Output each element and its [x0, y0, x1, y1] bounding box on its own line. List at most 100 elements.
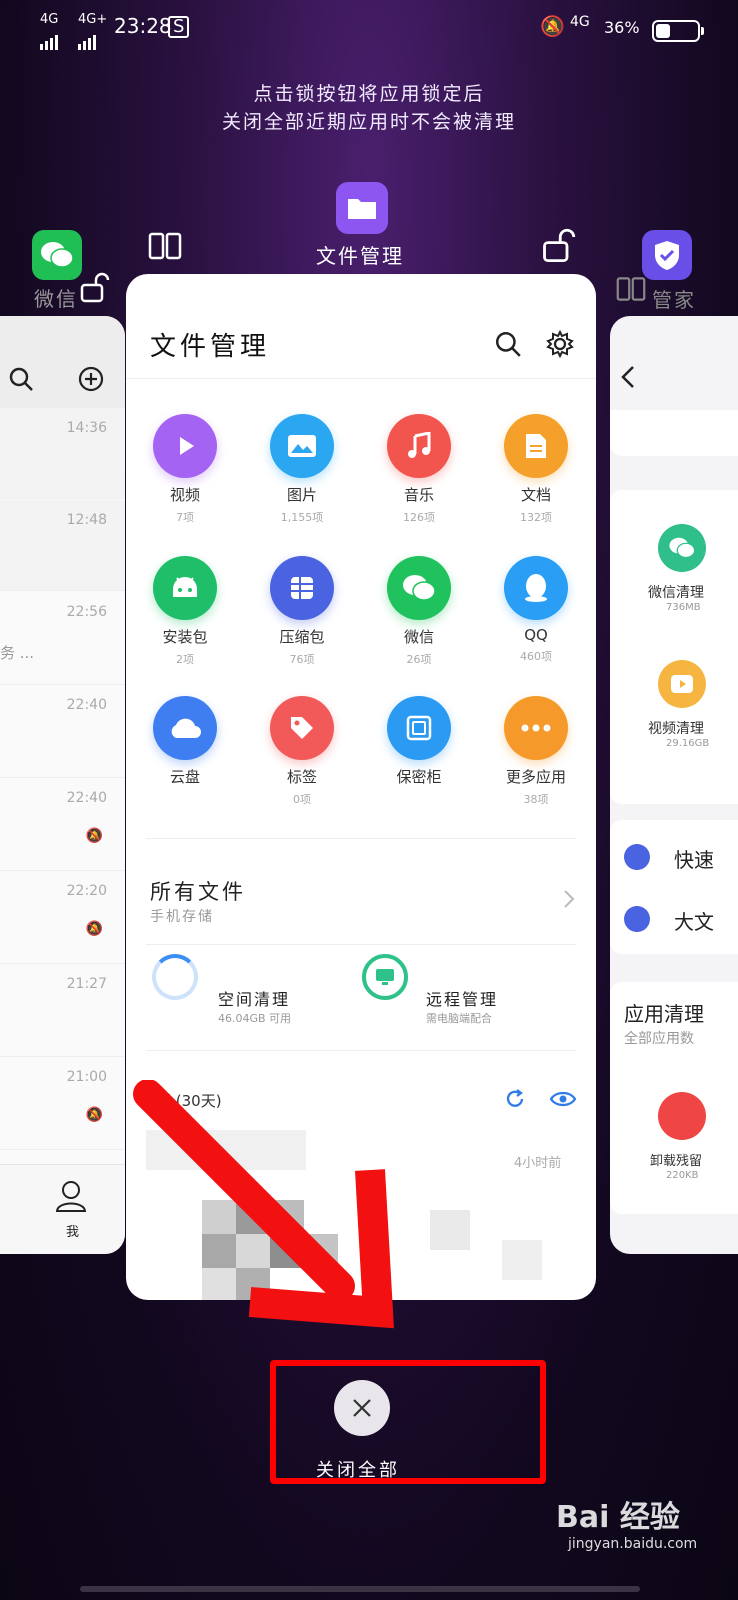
highlight-box: [270, 1360, 546, 1484]
signal-icon: [40, 26, 60, 50]
chat-row[interactable]: 21:00 🔕: [0, 1057, 125, 1150]
category-archive[interactable]: 压缩包 76项: [247, 556, 357, 667]
battery-fill: [656, 24, 670, 38]
category-label: 安装包: [162, 628, 208, 646]
chat-row[interactable]: 22:40: [0, 685, 125, 778]
video-icon: [153, 414, 217, 478]
close-all-button[interactable]: [334, 1380, 390, 1436]
file-manager-app-icon[interactable]: [336, 182, 388, 234]
category-label: 标签: [286, 768, 317, 786]
space-clean-icon[interactable]: [152, 954, 198, 1000]
category-label: 保密柜: [396, 768, 442, 786]
category-wechat[interactable]: 微信 26项: [364, 556, 474, 667]
chat-row[interactable]: 22:56 务 ...: [0, 592, 125, 685]
me-tab-label[interactable]: 我: [66, 1221, 79, 1240]
file-manager-app-label: 文件管理: [316, 244, 404, 268]
video-clean-label: 视频清理: [648, 721, 704, 737]
network-label-2: 4G+: [78, 12, 108, 27]
chat-snippet: 务 ...: [0, 644, 35, 662]
network-label-3: 4G: [570, 14, 590, 30]
chat-time: 22:40: [66, 790, 107, 806]
category-tag[interactable]: 标签 0项: [247, 696, 357, 807]
status-bar: 4G 4G+ 23:28 S 🔕 4G 36%: [0, 0, 738, 56]
lock-icon-left[interactable]: [78, 272, 110, 308]
category-cloud[interactable]: 云盘: [130, 696, 240, 791]
network-label-1: 4G: [40, 12, 59, 27]
category-image[interactable]: 图片 1,155项: [247, 414, 357, 525]
grid-divider: [146, 838, 576, 839]
chat-row[interactable]: 12:48: [0, 500, 125, 591]
space-clean-label[interactable]: 空间清理: [218, 986, 290, 1010]
split-screen-icon-right[interactable]: [616, 276, 646, 306]
bottom-gesture-bar: [80, 1586, 640, 1592]
wechat-card[interactable]: 14:36 12:48 22:56 务 ... 22:40 22:40 🔕 22:2…: [0, 316, 125, 1254]
signal-icon-2: [78, 26, 98, 50]
category-count: 0项: [293, 793, 311, 806]
category-safe[interactable]: 保密柜: [364, 696, 474, 791]
search-icon[interactable]: [8, 366, 34, 396]
chat-time: 14:36: [66, 420, 107, 436]
chat-row[interactable]: 22:40 🔕: [0, 778, 125, 871]
remote-manage-icon[interactable]: [362, 954, 408, 1000]
category-document[interactable]: 文档 132项: [481, 414, 591, 525]
apk-icon: [153, 556, 217, 620]
search-icon[interactable]: [494, 330, 522, 362]
lock-icon-center[interactable]: [540, 228, 576, 268]
chat-time: 22:56: [66, 604, 107, 620]
back-icon[interactable]: [618, 364, 638, 394]
wechat-icon: [387, 556, 451, 620]
remote-manage-sub: 需电脑端配合: [426, 1012, 492, 1025]
category-count: 126项: [403, 511, 435, 524]
wechat-clean-icon[interactable]: [658, 524, 706, 572]
category-count: 460项: [520, 650, 552, 663]
category-more[interactable]: 更多应用 38项: [481, 696, 591, 807]
video-clean-icon[interactable]: [658, 660, 706, 708]
chat-row[interactable]: 14:36: [0, 408, 125, 499]
remote-manage-label[interactable]: 远程管理: [426, 986, 498, 1010]
uninstall-residue-icon[interactable]: [658, 1092, 706, 1140]
chat-row[interactable]: 21:27: [0, 964, 125, 1057]
category-video[interactable]: 视频 7项: [130, 414, 240, 525]
cloud-icon: [153, 696, 217, 760]
refresh-icon[interactable]: [504, 1088, 526, 1114]
manager-card[interactable]: 微信清理 736MB 视频清理 29.16GB 快速 大文 应用清理 全部应用数…: [610, 316, 738, 1254]
battery-icon: [652, 20, 704, 42]
category-apk[interactable]: 安装包 2项: [130, 556, 240, 667]
all-files-divider: [146, 944, 576, 945]
category-label: 文档: [520, 486, 551, 504]
split-screen-icon[interactable]: [148, 232, 182, 264]
category-count: 26项: [406, 653, 432, 666]
manager-app-icon[interactable]: [642, 230, 692, 280]
eye-icon[interactable]: [549, 1090, 577, 1112]
chevron-right-icon[interactable]: [562, 888, 576, 914]
category-music[interactable]: 音乐 126项: [364, 414, 474, 525]
wechat-clean-label: 微信清理: [648, 585, 704, 601]
category-qq[interactable]: QQ 460项: [481, 556, 591, 664]
chat-row[interactable]: 22:20 🔕: [0, 871, 125, 964]
wechat-app-icon[interactable]: [32, 230, 82, 280]
clean-panel: 微信清理 736MB 视频清理 29.16GB: [610, 490, 738, 804]
mute-icon: 🔕: [85, 921, 103, 937]
close-icon: [353, 1399, 371, 1417]
chat-time: 12:48: [66, 512, 107, 528]
category-count: 132项: [520, 511, 552, 524]
qq-icon: [504, 556, 568, 620]
close-all-label[interactable]: 关闭全部: [316, 1456, 400, 1482]
category-label: 更多应用: [505, 768, 566, 786]
add-icon[interactable]: [78, 366, 104, 396]
quick-clean-label[interactable]: 快速: [674, 844, 714, 873]
tag-icon: [270, 696, 334, 760]
image-icon: [270, 414, 334, 478]
all-files-title[interactable]: 所有文件: [150, 876, 246, 906]
category-label: 微信: [403, 628, 434, 646]
gear-icon[interactable]: [546, 329, 574, 362]
tools-divider: [146, 1050, 576, 1051]
document-icon: [504, 414, 568, 478]
clock: 23:28: [114, 14, 172, 38]
category-label: 音乐: [403, 486, 434, 504]
me-tab-icon[interactable]: [54, 1179, 88, 1217]
app-clean-panel: 应用清理 全部应用数 卸载残留 220KB: [610, 982, 738, 1214]
category-label: 图片: [286, 486, 317, 504]
big-file-label[interactable]: 大文: [674, 906, 714, 935]
chat-time: 22:40: [66, 697, 107, 713]
